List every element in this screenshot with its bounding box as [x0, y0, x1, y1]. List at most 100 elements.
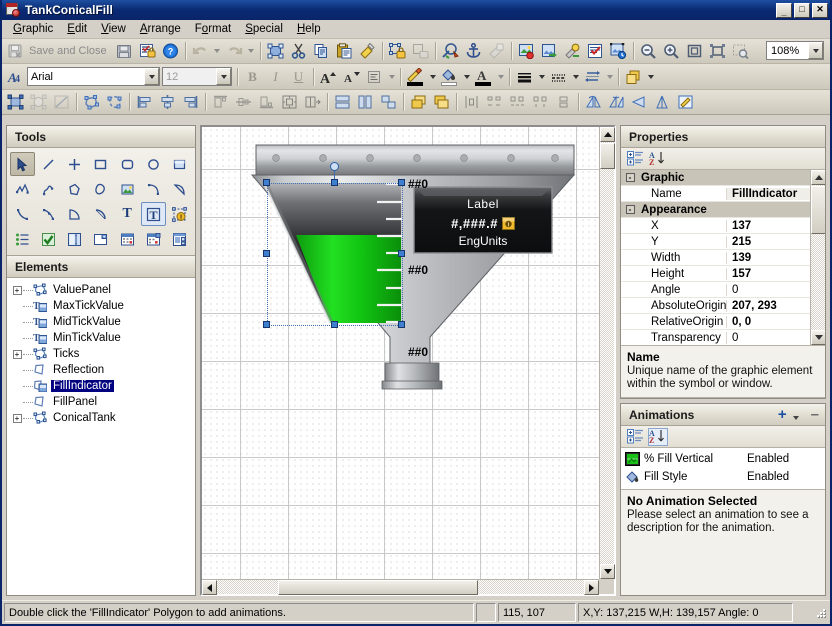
- distribute-center-icon[interactable]: [529, 91, 552, 113]
- curve-tool[interactable]: [36, 177, 61, 201]
- scroll-right-button[interactable]: [584, 580, 599, 595]
- menu-arrange[interactable]: Arrange: [133, 21, 188, 37]
- horizontal-vertical-line-tool[interactable]: [62, 152, 87, 176]
- cut-icon[interactable]: [287, 40, 310, 62]
- checkbox-tool[interactable]: [36, 227, 61, 251]
- polyline-tool[interactable]: [10, 177, 35, 201]
- tree-item-valuepanel[interactable]: + ValuePanel: [11, 282, 195, 298]
- chord-tool[interactable]: [167, 177, 192, 201]
- scroll-up-button[interactable]: [600, 127, 615, 142]
- canvas-horizontal-scrollbar[interactable]: [202, 579, 599, 595]
- import-icon[interactable]: [485, 40, 508, 62]
- unlock-icon[interactable]: [409, 40, 432, 62]
- properties-scroll-down[interactable]: [811, 330, 825, 345]
- property-category-row[interactable]: - Appearance: [621, 202, 825, 218]
- canvas-vertical-scrollbar[interactable]: [599, 127, 615, 579]
- select-tool[interactable]: [10, 152, 36, 176]
- collapse-icon[interactable]: -: [625, 173, 635, 182]
- property-row[interactable]: Transparency 0: [621, 330, 825, 345]
- make-same-size-icon[interactable]: [377, 91, 400, 113]
- tree-expander[interactable]: +: [11, 413, 23, 423]
- canvas-hscroll-thumb[interactable]: [278, 580, 478, 595]
- order-icon[interactable]: [622, 66, 645, 88]
- anchor-icon[interactable]: [462, 40, 485, 62]
- category-expander[interactable]: -: [621, 205, 639, 214]
- ellipse-tool[interactable]: [141, 152, 166, 176]
- animation-row[interactable]: Fill Style Enabled: [621, 468, 825, 486]
- elements-tree[interactable]: + ValuePanel T MaxTickValue T MidTickValue T Mi…: [7, 278, 195, 595]
- align-right-icon[interactable]: [179, 91, 202, 113]
- paste-icon[interactable]: [333, 40, 356, 62]
- rotation-handle[interactable]: [330, 162, 339, 171]
- distribute-lr-icon[interactable]: [506, 91, 529, 113]
- rounded-rectangle-tool[interactable]: [115, 152, 140, 176]
- text-box-tool[interactable]: T: [140, 202, 166, 226]
- properties-scrollbar[interactable]: [810, 170, 825, 345]
- menu-view[interactable]: View: [94, 21, 133, 37]
- rotate-right-icon[interactable]: [651, 91, 674, 113]
- underline-icon[interactable]: U: [287, 66, 310, 88]
- font-icon[interactable]: A4: [4, 66, 27, 88]
- gradient-dropdown[interactable]: [604, 66, 615, 88]
- design-canvas[interactable]: Label #,###.# i EngUnits ##0 ##0 ##0: [202, 127, 599, 579]
- animations-list[interactable]: % Fill Vertical Enabled Fill Style Enabl…: [621, 448, 825, 490]
- rotate-left-icon[interactable]: [628, 91, 651, 113]
- closed-curve-tool[interactable]: [88, 177, 113, 201]
- polygon-tool[interactable]: [62, 177, 87, 201]
- tree-item-fillindicator[interactable]: FillIndicator: [11, 378, 195, 394]
- distribute-v-icon[interactable]: [552, 91, 575, 113]
- symbol-wizard-icon[interactable]: [515, 40, 538, 62]
- maximize-button[interactable]: □: [794, 2, 810, 18]
- bring-front-icon[interactable]: [407, 91, 430, 113]
- font-name-dropdown-arrow[interactable]: [144, 68, 159, 85]
- export-icon[interactable]: [538, 40, 561, 62]
- italic-icon[interactable]: I: [264, 66, 287, 88]
- minimize-button[interactable]: _: [776, 2, 792, 18]
- selection-handle-s[interactable]: [331, 321, 338, 328]
- center-vertical-icon[interactable]: [301, 91, 324, 113]
- align-bottom-icon[interactable]: [255, 91, 278, 113]
- rectangle-tool[interactable]: [88, 152, 113, 176]
- validate-icon[interactable]: [584, 40, 607, 62]
- canvas-vscroll-thumb[interactable]: [600, 143, 615, 169]
- lock-icon[interactable]: [386, 40, 409, 62]
- property-row[interactable]: Height 157: [621, 266, 825, 282]
- panel-tool[interactable]: [167, 152, 192, 176]
- undo-dropdown[interactable]: [212, 40, 223, 62]
- menu-edit[interactable]: Edit: [60, 21, 94, 37]
- make-symbol-icon[interactable]: [80, 91, 103, 113]
- help-icon[interactable]: ?: [159, 40, 182, 62]
- insert-symbol-tool[interactable]: !: [167, 202, 192, 226]
- save-and-close-icon[interactable]: [4, 40, 27, 62]
- elliptical-arc-tool[interactable]: [10, 202, 35, 226]
- align-middle-icon[interactable]: [232, 91, 255, 113]
- categorized-icon[interactable]: [625, 150, 645, 168]
- property-row[interactable]: Name FillIndicator: [621, 186, 825, 202]
- redo-dropdown[interactable]: [246, 40, 257, 62]
- property-row[interactable]: Angle 0: [621, 282, 825, 298]
- wedge-tool[interactable]: [62, 202, 87, 226]
- line-pattern-icon[interactable]: [547, 66, 570, 88]
- grow-font-icon[interactable]: A: [317, 66, 340, 88]
- zoom-selection-icon[interactable]: [706, 40, 729, 62]
- space-down-icon[interactable]: [354, 91, 377, 113]
- runtime-preview-icon[interactable]: [607, 40, 630, 62]
- tree-item-maxtickvalue[interactable]: T MaxTickValue: [11, 298, 195, 314]
- property-row[interactable]: AbsoluteOrigin 207, 293: [621, 298, 825, 314]
- property-row[interactable]: RelativeOrigin 0, 0: [621, 314, 825, 330]
- shrink-font-icon[interactable]: A: [340, 66, 363, 88]
- tree-item-reflection[interactable]: Reflection: [11, 362, 195, 378]
- quarter-arc-tool[interactable]: [88, 202, 113, 226]
- line-color-dropdown[interactable]: [427, 66, 438, 88]
- edit-icon[interactable]: [674, 91, 697, 113]
- menu-special[interactable]: Special: [238, 21, 290, 37]
- edit-points-icon[interactable]: [50, 91, 73, 113]
- tree-expander[interactable]: +: [11, 349, 23, 359]
- send-back-icon[interactable]: [430, 91, 453, 113]
- tank-graphic[interactable]: Label #,###.# i EngUnits ##0 ##0 ##0: [234, 137, 599, 405]
- grid-control-tool[interactable]: [167, 227, 192, 251]
- tree-item-mintickvalue[interactable]: T MinTickValue: [11, 330, 195, 346]
- format-painter-icon[interactable]: [356, 40, 379, 62]
- tree-item-ticks[interactable]: + Ticks: [11, 346, 195, 362]
- combo-box-tool[interactable]: [88, 227, 113, 251]
